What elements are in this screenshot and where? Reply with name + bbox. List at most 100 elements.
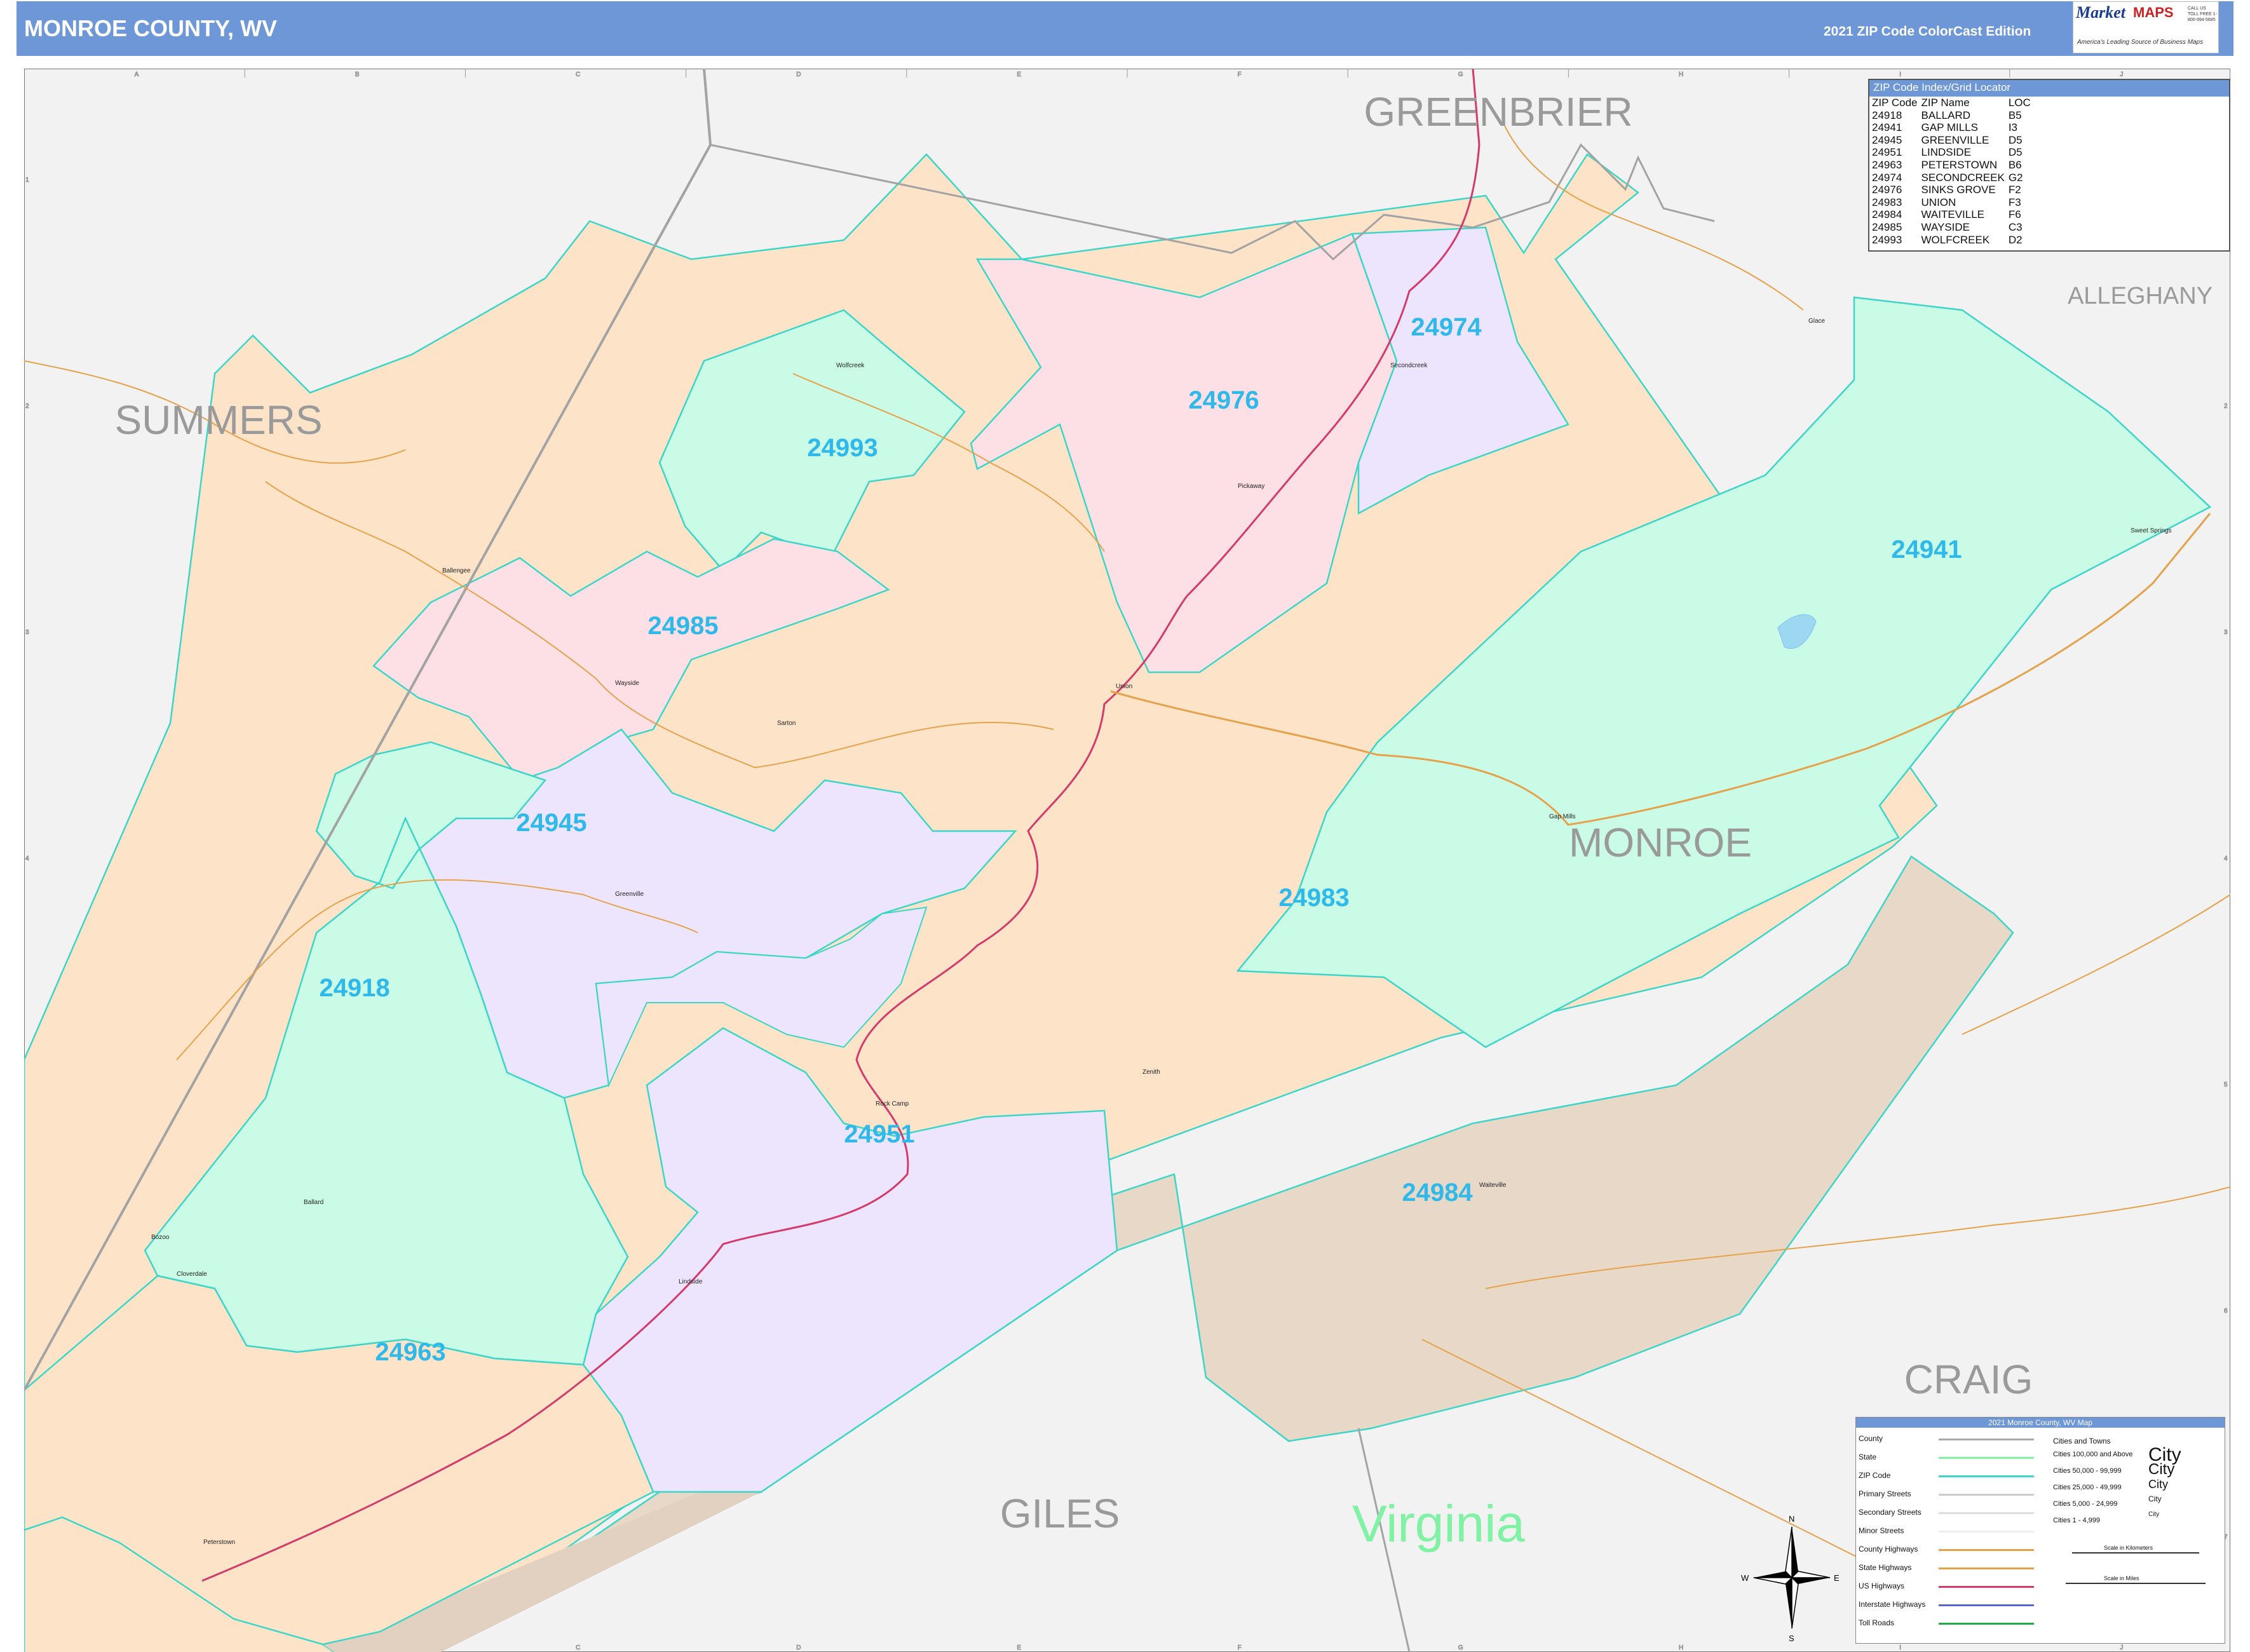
grid-row-label: 4 — [25, 855, 29, 862]
place-peterstown: Peterstown — [203, 1539, 235, 1546]
grid-row-label: 5 — [2224, 1081, 2228, 1088]
zip-label-24985: 24985 — [647, 612, 718, 640]
zip-index-row: 24941 GAP MILLS I3 — [1871, 121, 2033, 134]
zip-index-row: 24976 SINKS GROVE F2 — [1871, 184, 2033, 196]
zip-index-panel: ZIP Code Index/Grid Locator ZIP Code ZIP… — [1868, 79, 2230, 252]
place-sweet-springs: Sweet Springs — [2131, 527, 2171, 534]
grid-col-label: G — [1458, 71, 1463, 78]
grid-row-label: 2 — [2224, 403, 2228, 410]
zip-label-24976: 24976 — [1188, 386, 1259, 414]
grid-col-label: D — [796, 1644, 801, 1651]
zip-code-cell: 24974 — [1872, 171, 1902, 184]
edition-label: 2021 ZIP Code ColorCast Edition — [1824, 24, 2031, 39]
legend-title: 2021 Monroe County, WV Map — [1856, 1418, 2225, 1428]
zip-code-cell: 24976 — [1872, 184, 1902, 196]
grid-row-label: 3 — [2224, 629, 2228, 636]
legend-city-item: Cities 100,000 and Above — [2053, 1451, 2133, 1458]
place-wolfcreek: Wolfcreek — [836, 362, 865, 369]
zip-code-cell: 24963 — [1872, 158, 1902, 171]
zip-code-cell: 24984 — [1872, 208, 1902, 221]
place-sarton: Sarton — [777, 720, 796, 727]
zip-index-col-loc: LOC — [2008, 97, 2031, 109]
legend-item-label: County — [1859, 1434, 1883, 1443]
grid-col-label: I — [1899, 71, 1901, 78]
place-bozoo: Bozoo — [151, 1234, 170, 1241]
county-label-alleghany: ALLEGHANY — [2068, 283, 2213, 309]
legend-item-label: State Highways — [1859, 1563, 1912, 1572]
grid-col-label: H — [1679, 1644, 1683, 1651]
zip-loc-cell: D2 — [2008, 233, 2023, 246]
zip-index-col-zip: ZIP Code — [1872, 97, 1918, 109]
grid-row-label: 3 — [25, 629, 29, 636]
zip-label-24945: 24945 — [516, 809, 586, 837]
zip-loc-cell: B5 — [2008, 109, 2022, 121]
grid-row-label: 2 — [25, 403, 29, 410]
legend-item-label: Interstate Highways — [1859, 1600, 1926, 1609]
legend-item-label: US Highways — [1859, 1581, 1905, 1590]
grid-col-label: E — [1017, 71, 1021, 78]
zip-index-row: 24985 WAYSIDE C3 — [1871, 221, 2033, 234]
legend-swatch — [1939, 1623, 2034, 1625]
zip-label-24963: 24963 — [375, 1338, 445, 1366]
place-gap-mills: Gap Mills — [1549, 813, 1576, 820]
zip-code-cell: 24951 — [1872, 146, 1902, 159]
zip-code-cell: 24985 — [1872, 220, 1902, 233]
logo-tagline: America's Leading Source of Business Map… — [2077, 39, 2204, 46]
legend-item-label: County Highways — [1859, 1545, 1918, 1554]
place-ballengee: Ballengee — [442, 567, 471, 574]
grid-col-label: G — [1458, 1644, 1463, 1651]
zip-label-24941: 24941 — [1891, 536, 1962, 564]
legend-city-sample: City — [2148, 1478, 2168, 1491]
legend-swatch — [1939, 1475, 2034, 1477]
compass-w: W — [1741, 1573, 1749, 1583]
zip-name-cell: WOLFCREEK — [1921, 233, 1990, 246]
place-lindside: Lindside — [679, 1278, 703, 1285]
place-greenville: Greenville — [615, 891, 644, 898]
zip-label-24983: 24983 — [1278, 884, 1349, 912]
legend-swatch — [1939, 1494, 2034, 1496]
county-label-greenbrier: GREENBRIER — [1364, 89, 1632, 135]
place-cloverdale: Cloverdale — [177, 1271, 207, 1278]
grid-row-label: 4 — [2224, 855, 2228, 862]
legend-scale-mi: Scale in Miles — [2104, 1575, 2139, 1581]
grid-col-label: C — [576, 1644, 580, 1651]
zip-index-row: 24963 PETERSTOWN B6 — [1871, 159, 2033, 172]
grid-col-label: D — [796, 71, 801, 78]
legend-city-sample: City — [2148, 1511, 2160, 1518]
legend-swatch — [1939, 1512, 2034, 1514]
legend-city-item: Cities 25,000 - 49,999 — [2053, 1484, 2122, 1491]
place-pickaway: Pickaway — [1238, 483, 1264, 490]
grid-col-label: A — [135, 71, 139, 78]
county-label-monroe: MONROE — [1569, 820, 1752, 865]
grid-col-label: I — [1899, 1644, 1901, 1651]
zip-loc-cell: G2 — [2008, 171, 2023, 184]
zip-name-cell: SINKS GROVE — [1921, 184, 1996, 196]
place-secondcreek: Secondcreek — [1390, 362, 1428, 369]
zip-code-cell: 24945 — [1872, 133, 1902, 146]
map-canvas[interactable]: AABBCCDDEEFFGGHHIIJJ11223344556677 GREEN… — [24, 69, 2230, 1652]
compass-s: S — [1789, 1634, 1794, 1643]
zip-index-row: 24983 UNION F3 — [1871, 196, 2033, 209]
legend-city-item: Cities 5,000 - 24,999 — [2053, 1500, 2118, 1508]
zip-index-header-row: ZIP Code ZIP Name LOC — [1871, 97, 2033, 109]
grid-col-label: B — [355, 71, 360, 78]
zip-name-cell: WAITEVILLE — [1921, 208, 1985, 221]
legend-city-sample: City — [2148, 1461, 2175, 1478]
zip-name-cell: BALLARD — [1921, 109, 1970, 121]
place-union: Union — [1116, 683, 1132, 690]
legend-scale-km-bar — [2072, 1552, 2199, 1554]
grid-col-label: F — [1238, 1644, 1242, 1651]
zip-name-cell: UNION — [1921, 196, 1956, 208]
compass-e: E — [1834, 1573, 1840, 1583]
zip-index-row: 24918 BALLARD B5 — [1871, 109, 2033, 122]
legend-item-label: Minor Streets — [1859, 1526, 1904, 1535]
zip-label-24918: 24918 — [319, 974, 390, 1002]
zip-label-24951: 24951 — [844, 1120, 914, 1148]
zip-loc-cell: C3 — [2008, 220, 2023, 233]
zip-loc-cell: D5 — [2008, 146, 2023, 159]
place-glace: Glace — [1808, 318, 1826, 325]
zip-code-cell: 24983 — [1872, 196, 1902, 208]
state-label-virginia: Virginia — [1352, 1495, 1525, 1553]
zip-index-row: 24945 GREENVILLE D5 — [1871, 134, 2033, 147]
map-legend: 2021 Monroe County, WV Map County State ZI… — [1855, 1417, 2225, 1644]
